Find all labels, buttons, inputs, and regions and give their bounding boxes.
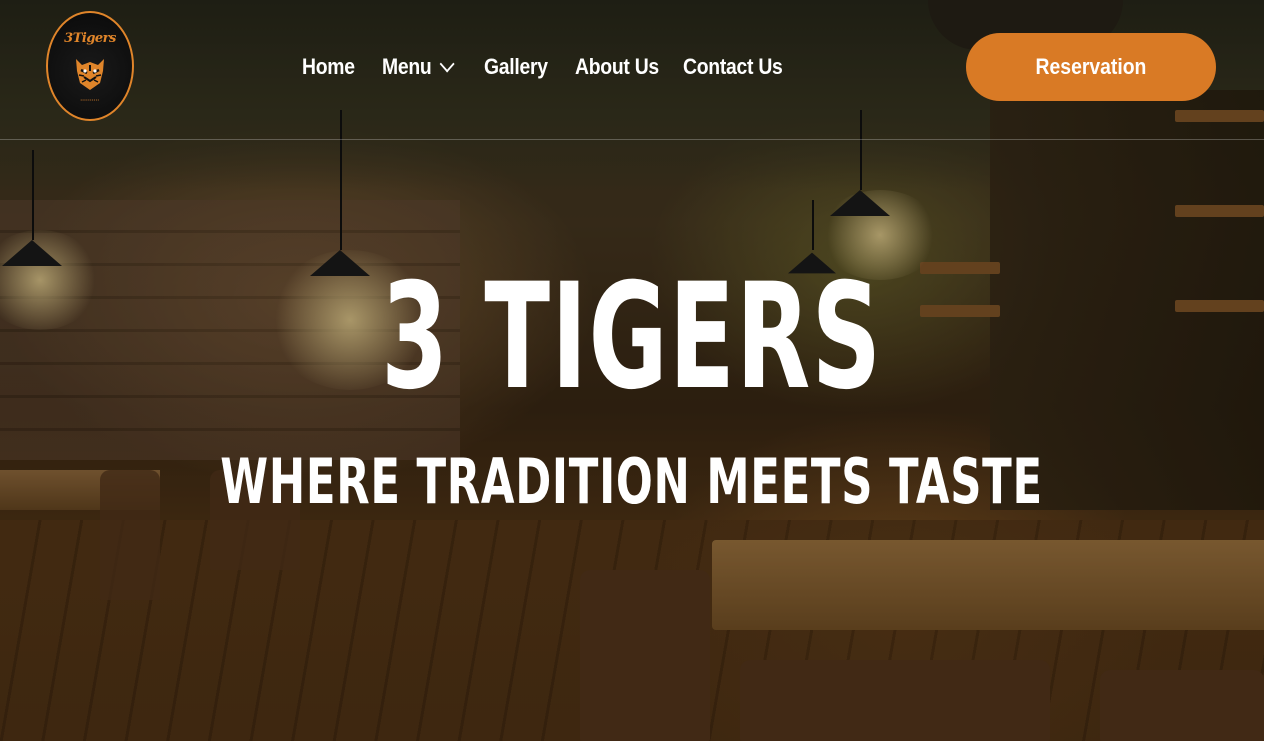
nav-item-gallery[interactable]: Gallery [484, 54, 564, 80]
reservation-button-label: Reservation [1035, 54, 1147, 79]
nav-label-menu: Menu [382, 54, 432, 79]
nav-label-about-us: About Us [575, 54, 659, 79]
chevron-down-icon [439, 55, 455, 73]
nav-item-about-us[interactable]: About Us [575, 54, 670, 80]
hero-subtitle-text: WHERE TRADITION MEETS TASTE [220, 445, 1044, 518]
hero-subtitle: WHERE TRADITION MEETS TASTE [0, 444, 1264, 520]
logo-tagline-decor: •••••••••• [80, 97, 100, 102]
reservation-button[interactable]: Reservation [966, 33, 1216, 101]
hero-section: 3Tigers •••••••••• Home Menu Gallery Abo… [0, 0, 1264, 741]
tiger-head-icon [76, 59, 104, 90]
hero-title: 3 TIGERS [0, 252, 1264, 422]
nav-item-menu[interactable]: Menu [382, 54, 472, 80]
logo-wordmark: 3Tigers [64, 31, 116, 46]
site-header: 3Tigers •••••••••• Home Menu Gallery Abo… [0, 0, 1264, 140]
nav-label-home: Home [302, 54, 355, 79]
main-nav: Home Menu Gallery About Us Contact Us [302, 50, 793, 84]
nav-label-contact-us: Contact Us [683, 54, 783, 79]
nav-item-home[interactable]: Home [302, 54, 372, 80]
nav-item-contact-us[interactable]: Contact Us [683, 54, 783, 80]
brand-logo[interactable]: 3Tigers •••••••••• [46, 11, 134, 121]
nav-label-gallery: Gallery [484, 54, 548, 79]
hero-title-text: 3 TIGERS [381, 252, 883, 422]
